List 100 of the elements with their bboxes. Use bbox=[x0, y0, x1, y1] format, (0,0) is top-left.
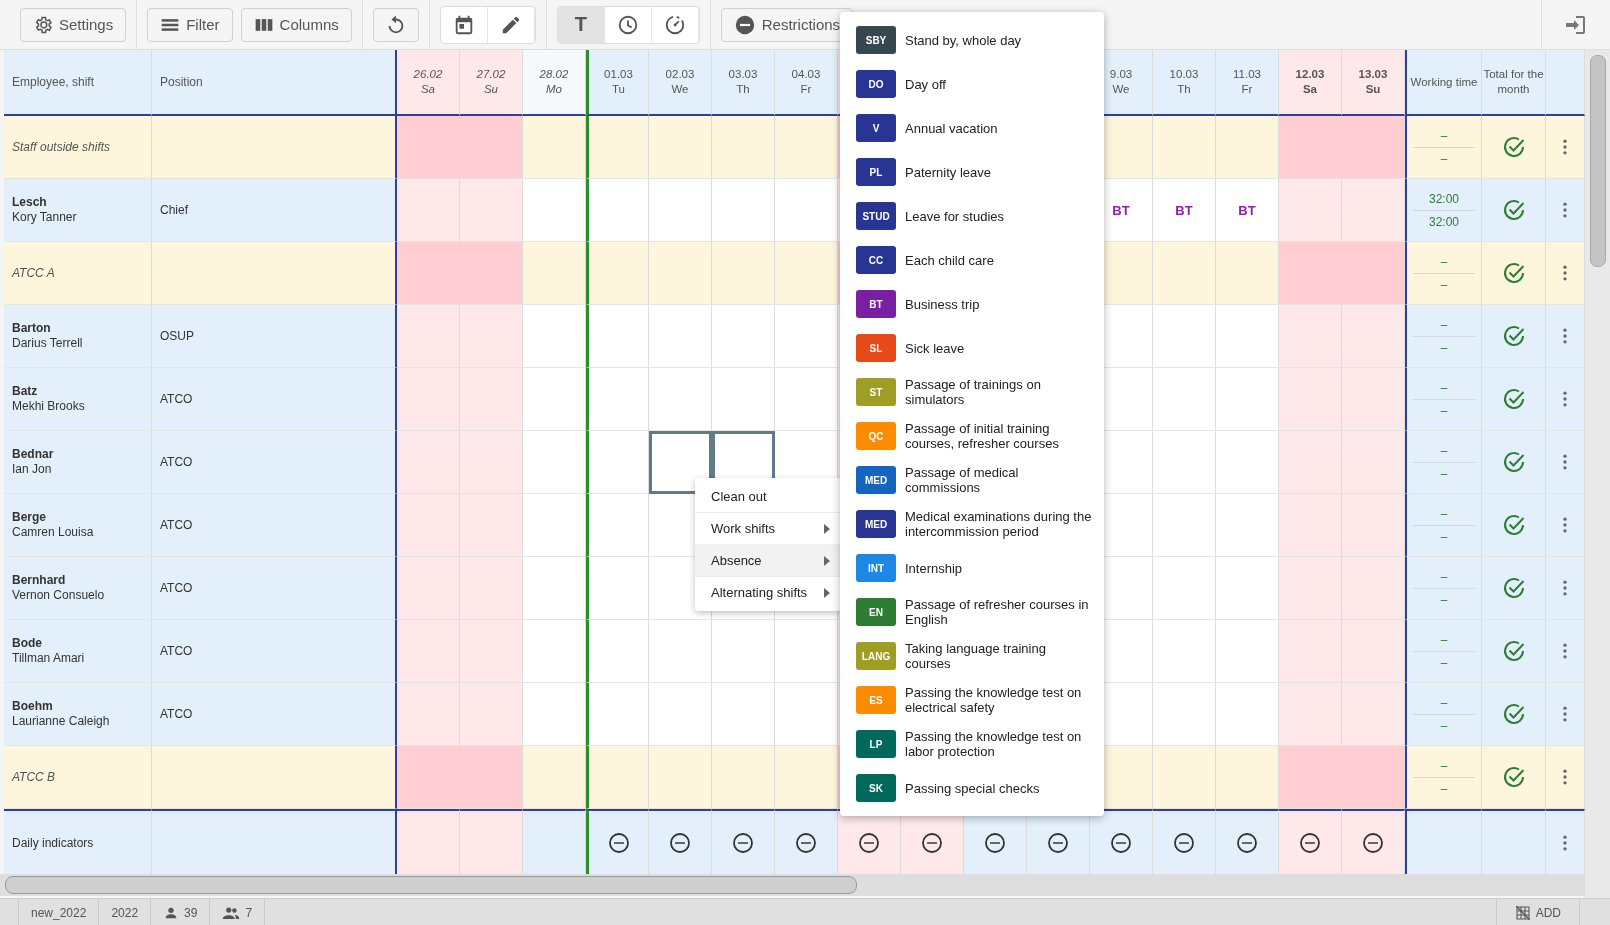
table-cell[interactable] bbox=[397, 557, 460, 620]
table-cell[interactable] bbox=[397, 242, 460, 305]
horizontal-scrollbar[interactable] bbox=[5, 876, 857, 894]
table-cell[interactable] bbox=[397, 683, 460, 746]
table-cell[interactable] bbox=[649, 620, 712, 683]
table-cell[interactable] bbox=[649, 116, 712, 179]
table-cell[interactable] bbox=[523, 746, 586, 809]
menu-item[interactable]: INT Internship bbox=[840, 546, 1104, 590]
table-cell[interactable] bbox=[712, 683, 775, 746]
table-cell[interactable] bbox=[712, 746, 775, 809]
table-cell[interactable] bbox=[1153, 746, 1216, 809]
table-cell[interactable] bbox=[586, 620, 649, 683]
table-cell[interactable] bbox=[775, 242, 838, 305]
table-cell[interactable] bbox=[1153, 494, 1216, 557]
table-cell[interactable] bbox=[460, 746, 523, 809]
table-cell[interactable] bbox=[1342, 368, 1405, 431]
table-cell[interactable] bbox=[1153, 305, 1216, 368]
table-cell[interactable] bbox=[523, 557, 586, 620]
table-cell[interactable] bbox=[1279, 557, 1342, 620]
table-cell[interactable] bbox=[1342, 620, 1405, 683]
table-cell[interactable] bbox=[523, 305, 586, 368]
menu-item[interactable]: ST Passage of trainings on simulators bbox=[840, 370, 1104, 414]
table-cell[interactable] bbox=[775, 305, 838, 368]
minus-circle-icon[interactable] bbox=[794, 830, 818, 855]
view-mode-button[interactable]: T bbox=[557, 6, 605, 43]
table-cell[interactable] bbox=[523, 683, 586, 746]
absence-cell[interactable]: BT bbox=[1216, 179, 1279, 242]
table-cell[interactable] bbox=[397, 116, 460, 179]
table-cell[interactable] bbox=[775, 620, 838, 683]
table-cell[interactable] bbox=[649, 179, 712, 242]
table-cell[interactable] bbox=[1279, 305, 1342, 368]
menu-item[interactable]: SK Passing special checks bbox=[840, 766, 1104, 810]
table-cell[interactable] bbox=[1342, 683, 1405, 746]
table-cell[interactable] bbox=[775, 368, 838, 431]
table-cell[interactable] bbox=[586, 746, 649, 809]
table-cell[interactable] bbox=[460, 620, 523, 683]
table-cell[interactable] bbox=[1216, 431, 1279, 494]
table-cell[interactable] bbox=[1279, 620, 1342, 683]
table-cell[interactable] bbox=[397, 179, 460, 242]
minus-circle-icon[interactable] bbox=[1046, 830, 1070, 855]
table-cell[interactable] bbox=[586, 683, 649, 746]
table-cell[interactable] bbox=[460, 116, 523, 179]
table-cell[interactable] bbox=[1216, 305, 1279, 368]
table-cell[interactable] bbox=[1216, 557, 1279, 620]
table-cell[interactable] bbox=[1279, 368, 1342, 431]
menu-item[interactable]: LANG Taking language training courses bbox=[840, 634, 1104, 678]
table-cell[interactable] bbox=[712, 620, 775, 683]
vertical-scrollbar[interactable] bbox=[1589, 55, 1606, 267]
table-cell[interactable] bbox=[397, 746, 460, 809]
table-cell[interactable] bbox=[460, 368, 523, 431]
table-cell[interactable] bbox=[1153, 368, 1216, 431]
undo-button[interactable] bbox=[372, 7, 419, 42]
minus-circle-icon[interactable] bbox=[857, 830, 881, 855]
menu-item[interactable]: MED Passage of medical commissions bbox=[840, 458, 1104, 502]
table-cell[interactable] bbox=[586, 557, 649, 620]
table-cell[interactable] bbox=[1342, 242, 1405, 305]
table-cell[interactable] bbox=[397, 620, 460, 683]
table-cell[interactable] bbox=[1342, 305, 1405, 368]
table-cell[interactable] bbox=[775, 116, 838, 179]
table-cell[interactable] bbox=[586, 494, 649, 557]
table-cell[interactable] bbox=[1342, 116, 1405, 179]
table-cell[interactable] bbox=[523, 494, 586, 557]
menu-item[interactable]: LP Passing the knowledge test on labor protection bbox=[840, 722, 1104, 766]
table-cell[interactable] bbox=[1216, 683, 1279, 746]
table-cell[interactable] bbox=[649, 683, 712, 746]
table-cell[interactable] bbox=[460, 242, 523, 305]
table-cell[interactable] bbox=[460, 179, 523, 242]
table-cell[interactable] bbox=[460, 683, 523, 746]
table-cell[interactable] bbox=[649, 746, 712, 809]
menu-item[interactable]: MED Medical examinations during the intercommission period bbox=[840, 502, 1104, 546]
menu-item[interactable]: Absence bbox=[695, 544, 841, 576]
table-cell[interactable] bbox=[649, 242, 712, 305]
absence-cell[interactable]: BT bbox=[1153, 179, 1216, 242]
table-cell[interactable] bbox=[1279, 746, 1342, 809]
table-cell[interactable] bbox=[712, 305, 775, 368]
table-cell[interactable] bbox=[712, 179, 775, 242]
table-cell[interactable] bbox=[1279, 494, 1342, 557]
minus-circle-icon[interactable] bbox=[668, 830, 692, 855]
table-cell[interactable] bbox=[649, 431, 712, 494]
table-cell[interactable] bbox=[523, 368, 586, 431]
table-cell[interactable] bbox=[1153, 431, 1216, 494]
minus-circle-icon[interactable] bbox=[983, 830, 1007, 855]
table-cell[interactable] bbox=[775, 746, 838, 809]
table-cell[interactable] bbox=[1279, 116, 1342, 179]
table-cell[interactable] bbox=[586, 305, 649, 368]
table-cell[interactable] bbox=[1279, 683, 1342, 746]
table-cell[interactable] bbox=[460, 431, 523, 494]
table-cell[interactable] bbox=[1153, 116, 1216, 179]
table-cell[interactable] bbox=[586, 116, 649, 179]
minus-circle-icon[interactable] bbox=[1361, 830, 1385, 855]
table-cell[interactable] bbox=[523, 116, 586, 179]
settings-button[interactable]: Settings bbox=[20, 7, 127, 42]
minus-circle-icon[interactable] bbox=[1172, 830, 1196, 855]
table-cell[interactable] bbox=[1342, 431, 1405, 494]
table-cell[interactable] bbox=[1153, 620, 1216, 683]
table-cell[interactable] bbox=[586, 242, 649, 305]
table-cell[interactable] bbox=[460, 305, 523, 368]
add-label[interactable]: ADD bbox=[1535, 905, 1561, 920]
table-cell[interactable] bbox=[523, 620, 586, 683]
table-cell[interactable] bbox=[1153, 242, 1216, 305]
